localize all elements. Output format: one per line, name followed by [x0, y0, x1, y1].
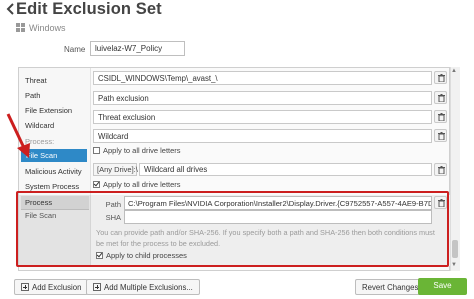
- plus-icon: [21, 283, 29, 291]
- file-extension-entry[interactable]: Threat exclusion: [93, 110, 432, 124]
- platform-label: Windows: [29, 23, 66, 33]
- trash-icon: [438, 132, 445, 140]
- checkbox[interactable]: [93, 181, 100, 188]
- type-item-system-process[interactable]: System Process: [25, 182, 79, 191]
- trash-icon: [438, 113, 445, 121]
- delete-button[interactable]: [434, 91, 447, 104]
- type-item-threat[interactable]: Threat: [25, 76, 47, 85]
- checkbox[interactable]: [93, 147, 100, 154]
- wildcard-entry[interactable]: Wildcard: [93, 129, 432, 143]
- delete-button[interactable]: [434, 71, 447, 84]
- scrollbar-thumb[interactable]: [452, 240, 458, 258]
- type-item-path[interactable]: Path: [25, 91, 40, 100]
- scroll-down-icon[interactable]: ▼: [451, 262, 457, 268]
- plus-icon: [93, 283, 101, 291]
- apply-drives-label: Apply to all drive letters: [103, 180, 181, 189]
- red-arrow-icon: [6, 113, 30, 158]
- highlight-box: [16, 191, 449, 267]
- add-multiple-exclusions-button[interactable]: Add Multiple Exclusions...: [86, 279, 200, 295]
- type-item-malicious-activity[interactable]: Malicious Activity: [25, 167, 82, 176]
- trash-icon: [438, 94, 445, 102]
- add-exclusion-label: Add Exclusion: [32, 283, 82, 292]
- add-multiple-label: Add Multiple Exclusions...: [104, 283, 193, 292]
- revert-changes-button[interactable]: Revert Changes: [355, 279, 426, 295]
- name-label: Name: [64, 45, 86, 54]
- delete-button[interactable]: [434, 129, 447, 142]
- add-exclusion-button[interactable]: Add Exclusion: [14, 279, 89, 295]
- delete-button[interactable]: [434, 110, 447, 123]
- path-entry[interactable]: Path exclusion: [93, 91, 432, 105]
- apply-drives-checkbox-2[interactable]: Apply to all drive letters: [93, 180, 181, 189]
- wildcard-drive-entry[interactable]: Wildcard all drives: [139, 163, 432, 176]
- apply-drives-label: Apply to all drive letters: [103, 146, 181, 155]
- threat-entry[interactable]: CSIDL_WINDOWS\Temp\_avast_\: [93, 71, 432, 85]
- trash-icon: [438, 166, 445, 174]
- scroll-up-icon[interactable]: ▲: [451, 68, 457, 74]
- page-title: Edit Exclusion Set: [16, 0, 162, 18]
- apply-drives-checkbox[interactable]: Apply to all drive letters: [93, 146, 181, 155]
- drive-select[interactable]: [Any Drive]:\: [93, 163, 138, 176]
- windows-icon: [16, 23, 25, 32]
- name-input[interactable]: luivelaz-W7_Policy: [90, 41, 185, 56]
- trash-icon: [438, 74, 445, 82]
- save-button[interactable]: Save: [418, 278, 467, 295]
- delete-button[interactable]: [434, 163, 447, 176]
